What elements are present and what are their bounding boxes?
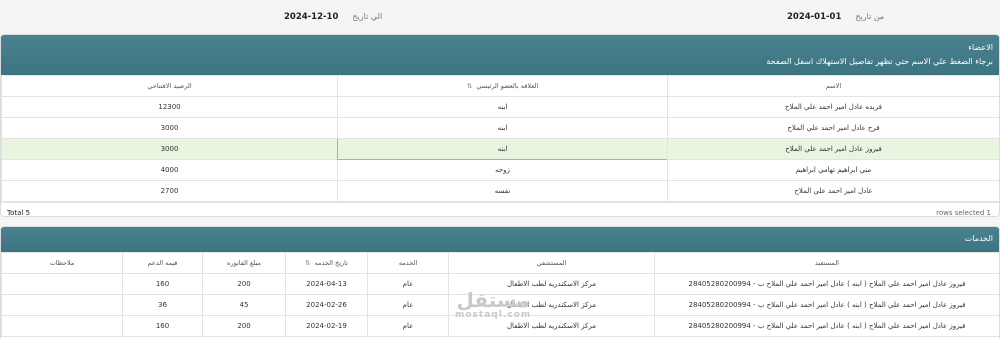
members-table: الاسم العلاقه بالعضو الرئيسي ⇅ الرصيد ال… [1,75,999,202]
service-support: 36 [122,294,203,316]
col-relation-label: العلاقه بالعضو الرئيسي [476,82,539,90]
total-count: Total 5 [7,209,31,217]
from-date-value[interactable]: 2024-01-01 [787,12,841,22]
services-title: الخدمات [964,234,993,243]
from-date-group: 2024-01-01 من تاريخ [787,12,884,22]
member-name[interactable]: مني ابراهيم تهامي ابراهيم [667,159,999,181]
service-support: 160 [122,273,203,295]
service-invoice: 45 [202,294,286,316]
members-panel: الاعضاء برجاء الضغط علي الاسم حتي تظهر ت… [0,34,1000,217]
member-row[interactable]: فرح عادل امير احمد علي الملاح ابنه 3000 [1,117,999,139]
member-row[interactable]: مني ابراهيم تهامي ابراهيم زوجه 4000 [1,159,999,181]
services-panel-header: الخدمات [1,227,999,252]
member-relation: زوجه [337,159,668,181]
member-balance: 12300 [1,96,338,118]
service-beneficiary: فيروز عادل امير احمد علي الملاح ( ابنه )… [654,315,999,337]
service-date: 2024-04-13 [285,273,368,295]
service-support: 160 [122,315,203,337]
members-hint: برجاء الضغط علي الاسم حتي تظهر تفاصيل ال… [766,57,993,66]
services-header-row: المستفيد المستشفي الخدمه تاريخ الخدمه ⇅ … [1,252,999,274]
selected-count: rows selected 1 [936,209,991,217]
date-filter-bar: 2024-12-10 الي تاريخ 2024-01-01 من تاريخ [0,0,1000,34]
col-date[interactable]: تاريخ الخدمه ⇅ [285,252,368,274]
member-relation: ابنه [337,96,668,118]
member-relation: نفسه [337,180,668,202]
member-name[interactable]: عادل امير احمد علي الملاح [667,180,999,202]
member-name[interactable]: فيروز عادل امير احمد علي الملاح [667,138,999,160]
col-service[interactable]: الخدمه [367,252,449,274]
to-date-group: 2024-12-10 الي تاريخ [284,12,382,22]
service-beneficiary: فيروز عادل امير احمد علي الملاح ( ابنه )… [654,273,999,295]
col-relation[interactable]: العلاقه بالعضو الرئيسي ⇅ [337,75,668,97]
col-date-label: تاريخ الخدمه [314,259,348,267]
service-invoice: 200 [202,273,286,295]
service-notes [1,273,123,295]
col-notes[interactable]: ملاحظات [1,252,123,274]
services-panel: الخدمات المستفيد المستشفي الخدمه تاريخ ا… [0,226,1000,339]
service-beneficiary: فيروز عادل امير احمد علي الملاح ( ابنه )… [654,294,999,316]
member-balance: 3000 [1,117,338,139]
to-date-label: الي تاريخ [352,12,383,21]
members-table-footer: Total 5 rows selected 1 [1,202,999,217]
member-balance: 3000 [1,138,338,160]
col-beneficiary[interactable]: المستفيد [654,252,999,274]
service-hospital: مركز الاسكندريه لطب الاطفال [448,294,655,316]
member-balance: 2700 [1,180,338,202]
service-hospital: مركز الاسكندريه لطب الاطفال [448,315,655,337]
service-row[interactable]: فيروز عادل امير احمد علي الملاح ( ابنه )… [1,273,999,295]
col-hospital[interactable]: المستشفي [448,252,655,274]
service-hospital: مركز الاسكندريه لطب الاطفال [448,273,655,295]
from-date-label: من تاريخ [855,12,885,21]
service-date: 2024-02-26 [285,294,368,316]
col-invoice[interactable]: مبلغ الفاتوره [202,252,286,274]
service-type: عام [367,294,449,316]
col-balance[interactable]: الرصيد الافتتاحي [1,75,338,97]
sort-icon: ⇅ [305,259,311,267]
member-name[interactable]: فريده عادل امير احمد علي الملاح [667,96,999,118]
service-type: عام [367,273,449,295]
col-name[interactable]: الاسم [667,75,999,97]
service-type: عام [367,315,449,337]
member-relation: ابنه [337,117,668,139]
service-row[interactable]: فيروز عادل امير احمد علي الملاح ( ابنه )… [1,294,999,316]
member-row[interactable]: فريده عادل امير احمد علي الملاح ابنه 123… [1,96,999,118]
member-balance: 4000 [1,159,338,181]
to-date-value[interactable]: 2024-12-10 [284,12,338,22]
member-row[interactable]: عادل امير احمد علي الملاح نفسه 2700 [1,180,999,202]
members-title: الاعضاء [968,43,993,52]
sort-icon: ⇅ [466,82,473,90]
service-notes [1,294,123,316]
services-table: المستفيد المستشفي الخدمه تاريخ الخدمه ⇅ … [1,252,999,337]
col-support[interactable]: قيمه الدعم [122,252,203,274]
members-panel-header: الاعضاء برجاء الضغط علي الاسم حتي تظهر ت… [1,35,999,75]
members-header-row: الاسم العلاقه بالعضو الرئيسي ⇅ الرصيد ال… [1,75,999,97]
service-invoice: 200 [202,315,286,337]
member-row-selected[interactable]: فيروز عادل امير احمد علي الملاح ابنه 300… [1,138,999,160]
member-name[interactable]: فرح عادل امير احمد علي الملاح [667,117,999,139]
service-date: 2024-02-19 [285,315,368,337]
member-relation: ابنه [337,138,668,160]
service-row[interactable]: فيروز عادل امير احمد علي الملاح ( ابنه )… [1,315,999,337]
service-notes [1,315,123,337]
